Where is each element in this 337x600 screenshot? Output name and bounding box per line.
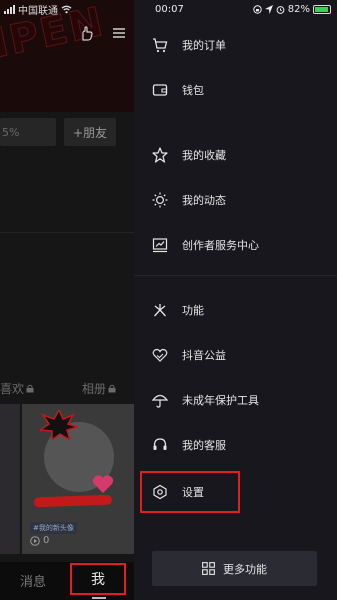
wallet-icon [152,84,168,96]
menu-item-functions[interactable]: 功能 [134,295,337,325]
wifi-icon [61,5,72,14]
menu-item-label: 功能 [182,304,204,317]
menu-item-label: 钱包 [182,84,204,97]
activity-icon [152,192,168,208]
redacted-mark [33,494,113,508]
profile-tabs: 喜欢 相册 [0,380,134,397]
umbrella-icon [152,394,168,408]
carrier-name: 中国联通 [18,6,58,17]
profile-action-row: 5% +朋友 [0,118,134,146]
lock-rotation-icon [253,4,262,14]
alarm-icon [276,5,285,14]
play-count: 0 [30,535,49,546]
bottom-nav: 消息 我 [0,562,134,600]
tab-likes[interactable]: 喜欢 [0,380,34,397]
side-drawer: 00:07 82% 我的订单 钱包 我的收藏 我的动态 创作者服务中心 功能 抖… [134,0,337,600]
menu-item-activity[interactable]: 我的动态 [134,185,337,215]
menu-item-orders[interactable]: 我的订单 [134,30,337,60]
lock-icon [26,384,34,393]
profile-page-dimmed[interactable]: IPEN 中国联通 5% +朋友 喜欢 相册 #我的新头像 0 消息 我 [0,0,134,600]
video-thumbnail[interactable] [0,404,20,554]
nav-active-indicator [92,597,106,599]
chart-icon [152,238,168,253]
battery-percent: 82% [287,3,310,15]
signal-icon [4,5,15,14]
menu-item-wallet[interactable]: 钱包 [134,75,337,105]
heart-sticker-icon [92,475,114,493]
status-bar: 00:07 82% [134,0,337,18]
grid-icon [202,562,215,575]
menu-item-creator-center[interactable]: 创作者服务中心 [134,230,337,260]
sticker-burst-icon [40,410,78,440]
menu-item-label: 我的收藏 [182,149,226,162]
menu-item-label: 我的订单 [182,39,226,52]
menu-item-label: 我的客服 [182,439,226,452]
add-friend-button[interactable]: +朋友 [64,118,116,146]
menu-item-label: 创作者服务中心 [182,239,259,252]
menu-divider [134,275,337,276]
menu-item-customer-service[interactable]: 我的客服 [134,430,337,460]
menu-item-label: 未成年保护工具 [182,394,259,407]
banner-actions [78,26,126,42]
status-time: 00:07 [155,3,184,15]
video-thumbnail[interactable]: #我的新头像 0 [22,404,134,554]
video-tag: #我的新头像 [30,522,77,534]
profile-completion[interactable]: 5% [0,118,56,146]
function-icon [154,304,166,317]
heart-hands-icon [152,348,168,362]
location-icon [264,4,273,14]
star-icon [152,147,168,163]
nav-messages[interactable]: 消息 [20,571,46,590]
divider [0,232,134,233]
more-functions-button[interactable]: 更多功能 [152,551,317,586]
headset-icon [153,438,167,450]
menu-item-minor-protection[interactable]: 未成年保护工具 [134,385,337,415]
nav-me[interactable]: 我 [70,563,126,595]
video-grid: #我的新头像 0 [0,404,134,554]
lock-icon [108,384,116,393]
visitor-hand-icon[interactable] [78,26,94,42]
settings-highlight-box [140,471,240,513]
menu-item-favorites[interactable]: 我的收藏 [134,140,337,170]
status-bar-left: 中国联通 [4,2,72,17]
cart-icon [153,38,168,53]
battery-icon [313,4,331,14]
more-functions-label: 更多功能 [223,562,267,576]
play-icon [30,535,40,546]
menu-icon[interactable] [112,26,126,40]
menu-item-label: 我的动态 [182,194,226,207]
menu-item-label: 抖音公益 [182,349,226,362]
menu-item-charity[interactable]: 抖音公益 [134,340,337,370]
tab-album[interactable]: 相册 [82,380,116,397]
